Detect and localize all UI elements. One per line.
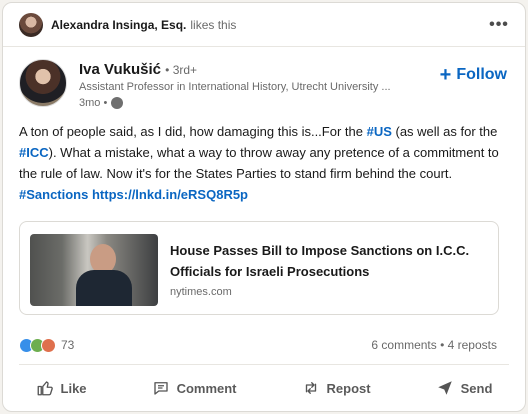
repost-icon (302, 379, 320, 397)
hashtag-us[interactable]: #US (367, 124, 392, 139)
author-name-line[interactable]: Iva Vukušić • 3rd+ (79, 61, 197, 78)
follow-label: Follow (456, 66, 507, 83)
post-link[interactable]: https://lnkd.in/eRSQ8R5p (92, 187, 248, 202)
reactions-summary[interactable]: 73 (19, 337, 74, 353)
connection-degree: • 3rd+ (165, 63, 198, 77)
actor-name[interactable]: Alexandra Insinga, Esq. (51, 18, 186, 32)
like-label: Like (60, 380, 87, 396)
comment-button[interactable]: Comment (144, 373, 245, 403)
comment-icon (152, 379, 170, 397)
thumbnail-person-body (76, 270, 132, 306)
reaction-count[interactable]: 73 (61, 338, 74, 352)
article-source: nytimes.com (170, 286, 232, 298)
hashtag-icc[interactable]: #ICC (19, 145, 49, 160)
comments-reposts-count[interactable]: 6 comments • 4 reposts (371, 338, 497, 352)
post-age: 3mo • (79, 97, 108, 109)
social-action-text: likes this (190, 17, 237, 32)
post-text-part-2: (as well as for the (391, 124, 498, 139)
repost-label: Repost (326, 380, 371, 396)
hashtag-sanctions[interactable]: #Sanctions (19, 187, 88, 202)
post-author: Iva Vukušić • 3rd+ Assistant Professor i… (19, 59, 509, 115)
post-body: A ton of people said, as I did, how dama… (19, 121, 509, 205)
send-icon (436, 379, 454, 397)
post-text-part-3: ). What a mistake, what a way to throw a… (19, 145, 499, 181)
post-actions: Like Comment Repost Send (3, 369, 525, 407)
author-name[interactable]: Iva Vukušić (79, 61, 161, 78)
feed-post-card: Alexandra Insinga, Esq. likes this ••• I… (2, 2, 526, 412)
like-button[interactable]: Like (28, 373, 95, 403)
author-avatar[interactable] (19, 59, 67, 107)
actor-avatar[interactable] (19, 12, 43, 37)
plus-icon: + (439, 64, 452, 86)
more-options-icon[interactable]: ••• (487, 13, 511, 37)
comment-label: Comment (176, 380, 237, 396)
social-counts: 73 6 comments • 4 reposts (19, 335, 497, 355)
post-text-part-1: A ton of people said, as I did, how dama… (19, 124, 367, 139)
send-button[interactable]: Send (428, 373, 501, 403)
divider (19, 364, 509, 365)
repost-button[interactable]: Repost (294, 373, 379, 403)
send-label: Send (460, 380, 493, 396)
celebrate-reaction-icon (41, 337, 56, 353)
article-thumbnail[interactable] (30, 234, 158, 306)
follow-button[interactable]: + Follow (440, 65, 507, 85)
social-context-header: Alexandra Insinga, Esq. likes this ••• (3, 3, 525, 47)
author-headline: Assistant Professor in International His… (79, 81, 391, 93)
article-title[interactable]: House Passes Bill to Impose Sanctions on… (170, 240, 486, 282)
article-card[interactable]: House Passes Bill to Impose Sanctions on… (19, 221, 499, 315)
thumbs-up-icon (36, 379, 54, 397)
globe-icon (111, 97, 124, 109)
post-time: 3mo • (79, 97, 124, 109)
